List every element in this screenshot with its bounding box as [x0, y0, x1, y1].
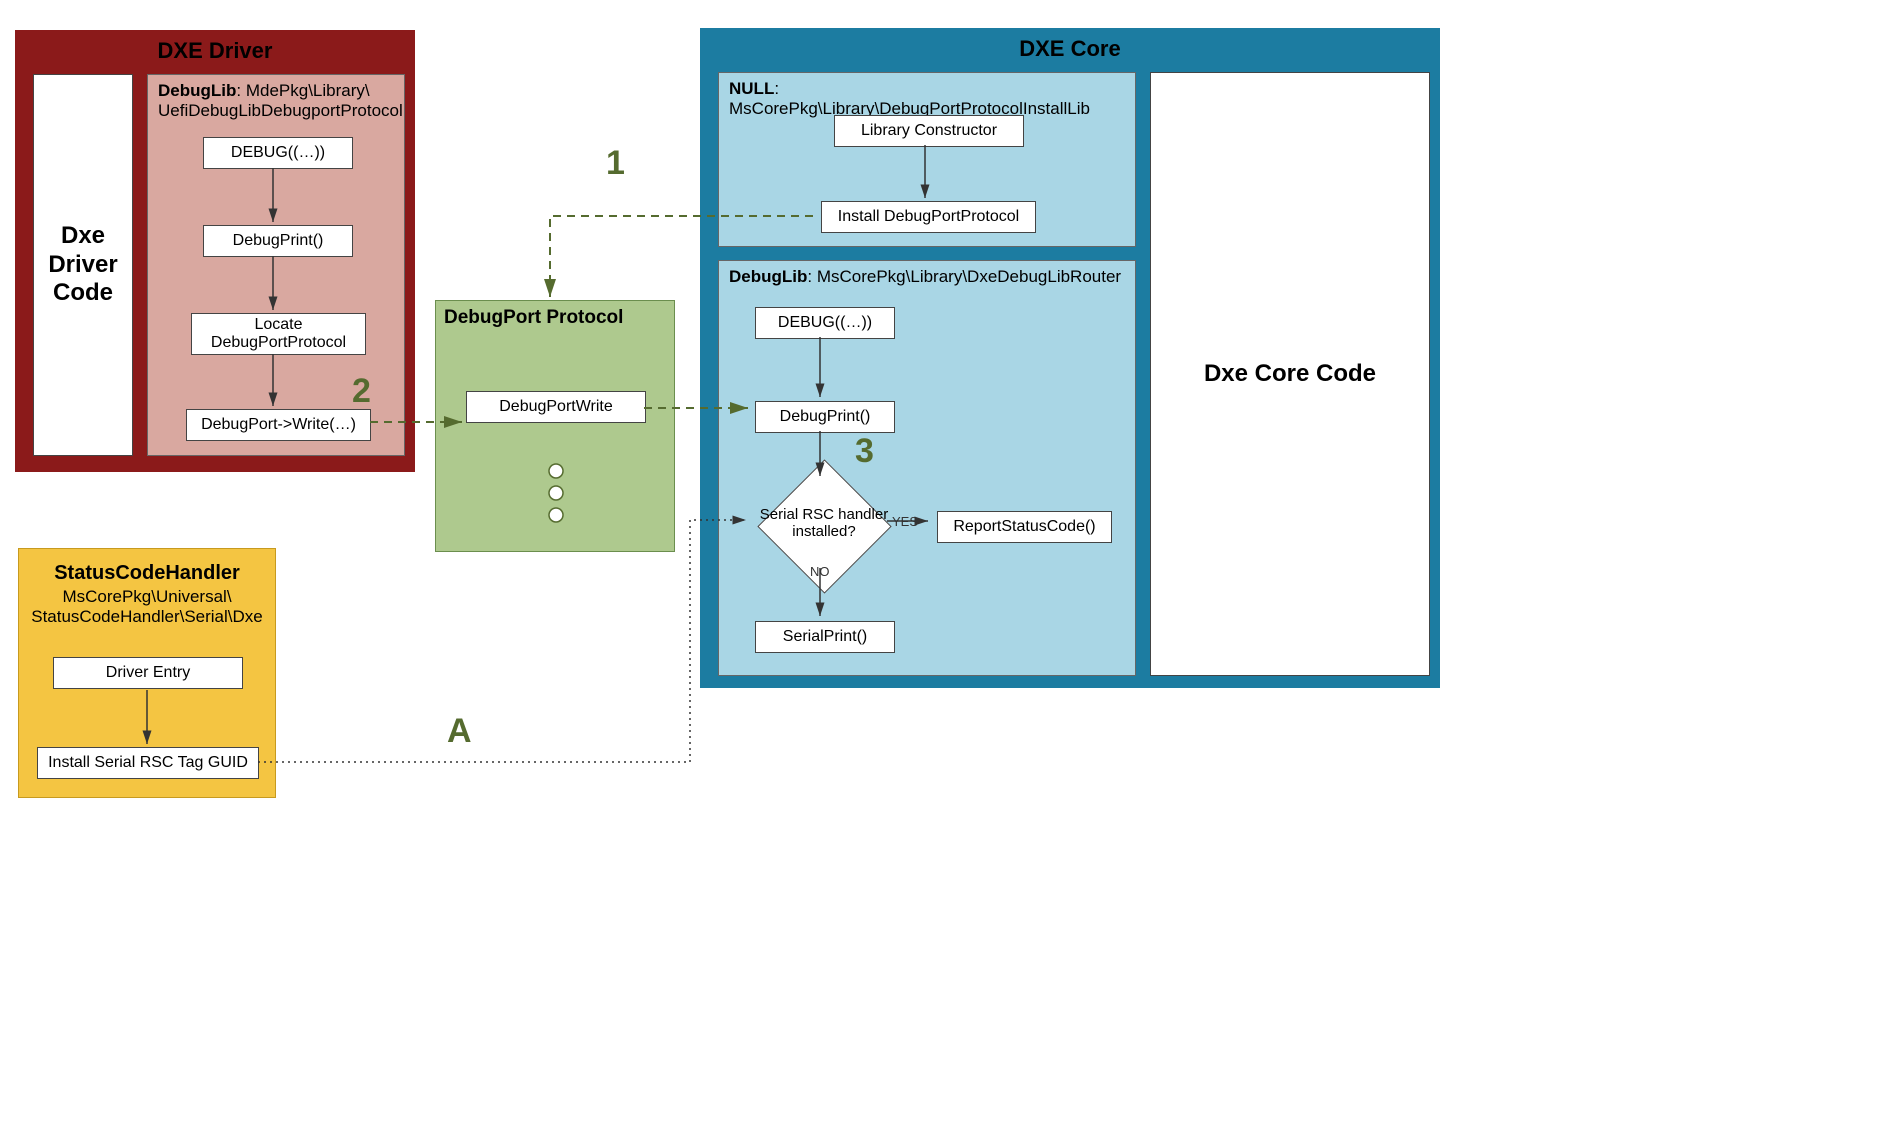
dxe-core-code-box: Dxe Core Code — [1150, 72, 1430, 676]
reportstatuscode-box: ReportStatusCode() — [937, 511, 1112, 543]
debugprint-box: DebugPrint() — [203, 225, 353, 257]
dxe-driver-code-box: Dxe Driver Code — [33, 74, 133, 456]
install-rsc-tag-box: Install Serial RSC Tag GUID — [37, 747, 259, 779]
dxe-driver-title: DXE Driver — [19, 38, 411, 64]
debugport-write-fn-box: DebugPortWrite — [466, 391, 646, 423]
core-debug-macro-box: DEBUG((…)) — [755, 307, 895, 339]
label-A: A — [447, 712, 472, 751]
null-lib-subpanel: NULL: MsCorePkg\Library\DebugPortProtoco… — [718, 72, 1136, 247]
dxe-core-panel: DXE Core NULL: MsCorePkg\Library\DebugPo… — [700, 28, 1440, 688]
dxe-driver-debuglib-label: DebugLib: MdePkg\Library\ UefiDebugLibDe… — [158, 81, 398, 122]
core-debugprint-box: DebugPrint() — [755, 401, 895, 433]
statuscodehandler-title: StatusCodeHandler — [19, 561, 275, 585]
ellipsis-icon — [536, 461, 576, 531]
locate-box: Locate DebugPortProtocol — [191, 313, 366, 355]
install-debugport-box: Install DebugPortProtocol — [821, 201, 1036, 233]
debugport-write-box: DebugPort->Write(…) — [186, 409, 371, 441]
dxecore-debuglib-label: DebugLib: MsCorePkg\Library\DxeDebugLibR… — [729, 267, 1129, 287]
no-label: NO — [810, 564, 830, 579]
dxecore-debuglib-subpanel: DebugLib: MsCorePkg\Library\DxeDebugLibR… — [718, 260, 1136, 676]
debugport-protocol-panel: DebugPort Protocol DebugPortWrite — [435, 300, 675, 552]
driver-entry-box: Driver Entry — [53, 657, 243, 689]
debug-macro-box: DEBUG((…)) — [203, 137, 353, 169]
dxe-core-code-label: Dxe Core Code — [1204, 360, 1376, 388]
label-1: 1 — [606, 144, 625, 183]
statuscodehandler-panel: StatusCodeHandler MsCorePkg\Universal\ S… — [18, 548, 276, 798]
library-constructor-box: Library Constructor — [834, 115, 1024, 147]
debugport-protocol-title: DebugPort Protocol — [444, 307, 664, 329]
yes-label: YES — [892, 514, 918, 529]
serialprint-box: SerialPrint() — [755, 621, 895, 653]
dxe-driver-code-label: Dxe Driver Code — [42, 222, 124, 308]
label-3: 3 — [855, 432, 874, 471]
decision-label: Serial RSC handler installed? — [734, 507, 914, 540]
null-lib-label: NULL: MsCorePkg\Library\DebugPortProtoco… — [729, 79, 1129, 120]
label-2: 2 — [352, 372, 371, 411]
dxe-core-title: DXE Core — [704, 36, 1436, 62]
statuscodehandler-subtitle: MsCorePkg\Universal\ StatusCodeHandler\S… — [19, 587, 275, 626]
